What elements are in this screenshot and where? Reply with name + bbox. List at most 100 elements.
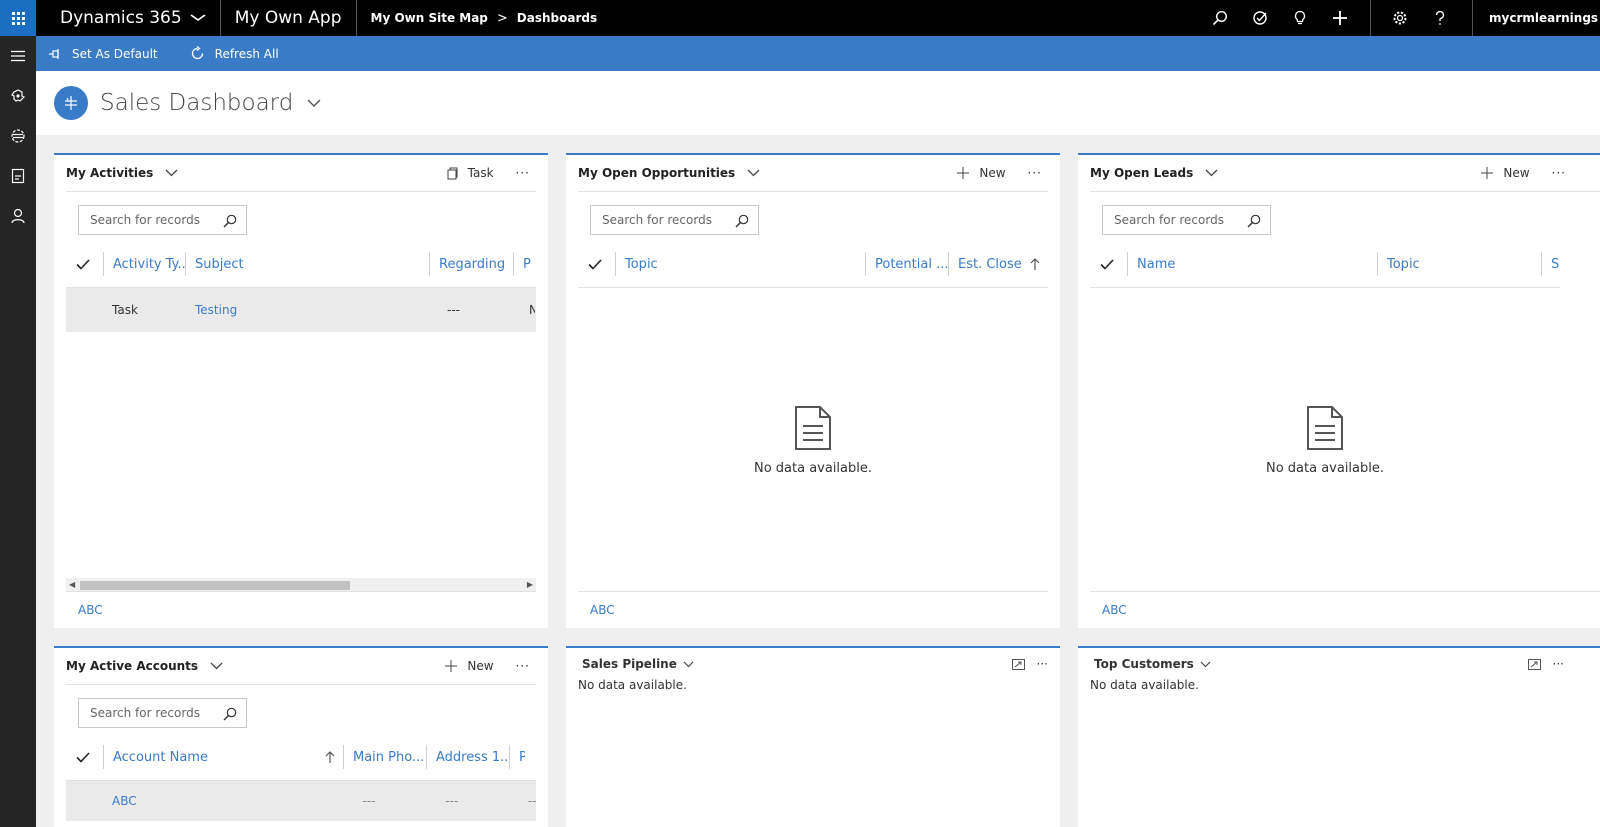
chevron-down-icon [189,14,206,21]
more-commands-button[interactable]: ··· [516,659,530,673]
search-placeholder: Search for records [90,213,200,227]
document-icon [1307,406,1343,450]
dashboard-glyph-icon [65,96,77,110]
view-selector-chevron-icon[interactable] [747,169,760,177]
column-name[interactable]: Name [1127,252,1377,276]
column-primary-contact[interactable]: P [509,745,525,769]
question-icon [1435,10,1445,25]
column-potential[interactable]: Potential ... [865,252,948,276]
cell-activity-type: Task [112,303,138,317]
user-profile[interactable]: mycrmlearnings 365 [1472,0,1600,36]
sort-ascending-icon[interactable] [325,751,335,763]
refresh-all-button[interactable]: Refresh All [178,36,291,71]
new-account-button[interactable]: New [445,659,494,673]
help-button[interactable] [1420,0,1460,36]
new-opportunity-button[interactable]: New [957,166,1006,180]
breadcrumb-dashboards[interactable]: Dashboards [517,11,597,25]
sales-pipeline-panel: Sales Pipeline ··· No data available. [566,646,1060,827]
search-input[interactable]: Search for records [590,205,759,235]
chart-selector-chevron-icon[interactable] [1200,661,1211,668]
nav-contacts[interactable] [0,196,36,236]
no-data-message: No data available. [578,678,687,692]
search-input[interactable]: Search for records [78,698,247,728]
sort-ascending-icon[interactable] [1030,258,1040,270]
nav-dashboards[interactable] [0,116,36,156]
search-icon [1212,10,1228,26]
column-activity-type[interactable]: Activity Ty... [103,252,185,276]
puzzle-icon [11,89,26,102]
view-selector-chevron-icon[interactable] [210,662,223,670]
clipboard-icon [11,168,25,184]
column-regarding[interactable]: Regarding [429,252,513,276]
task-flow-button[interactable] [1240,0,1280,36]
empty-state: No data available. [1078,405,1572,476]
select-all-checkbox[interactable] [1090,252,1127,276]
add-task-button[interactable]: Task [447,166,494,180]
search-input[interactable]: Search for records [1102,205,1271,235]
breadcrumb-sitemap[interactable]: My Own Site Map [371,11,488,25]
cell-account-name-link[interactable]: ABC [112,794,362,808]
app-name[interactable]: My Own App [221,0,357,36]
column-est-close[interactable]: Est. Close ... [948,252,1024,276]
panel-actions: New ··· [957,166,1048,180]
panel-title: My Open Opportunities [578,166,736,180]
new-lead-button[interactable]: New [1481,166,1530,180]
more-commands-button[interactable]: ··· [1553,657,1564,671]
more-commands-button[interactable]: ··· [1552,166,1566,180]
column-status[interactable]: S [1541,252,1559,276]
column-topic[interactable]: Topic [1377,252,1541,276]
column-account-name[interactable]: Account Name [103,745,325,769]
table-row[interactable]: Task Testing --- N [66,288,536,332]
select-all-checkbox[interactable] [66,252,103,276]
checkmark-icon [76,258,90,270]
more-commands-button[interactable]: ··· [516,166,530,180]
relationship-assistant-button[interactable] [1280,0,1320,36]
footer-link[interactable]: ABC [78,603,103,617]
lightbulb-icon [1294,10,1306,25]
select-all-checkbox[interactable] [578,252,615,276]
more-commands-button[interactable]: ··· [1037,657,1048,671]
chart-selector-chevron-icon[interactable] [683,661,694,668]
column-address[interactable]: Address 1... [426,745,509,769]
search-icon[interactable] [1247,214,1261,228]
refresh-icon [191,46,203,60]
scroll-left-icon[interactable]: ◀ [69,580,75,589]
product-switcher[interactable]: Dynamics 365 [36,0,221,36]
footer-link[interactable]: ABC [590,603,615,617]
nav-recent[interactable] [0,76,36,116]
footer-link[interactable]: ABC [1102,603,1127,617]
search-input[interactable]: Search for records [78,205,247,235]
set-as-default-button[interactable]: Set As Default [36,36,170,71]
more-commands-button[interactable]: ··· [1028,166,1042,180]
search-icon[interactable] [223,214,237,228]
app-launcher-button[interactable] [0,0,36,36]
horizontal-scrollbar[interactable]: ◀ ▶ [66,578,536,592]
column-topic[interactable]: Topic [615,252,865,276]
expand-chart-icon[interactable] [1011,658,1025,670]
view-selector-chevron-icon[interactable] [1205,169,1218,177]
search-placeholder: Search for records [90,706,200,720]
settings-button[interactable] [1380,0,1420,36]
cell-subject-link[interactable]: Testing [195,303,447,317]
empty-state: No data available. [566,405,1060,476]
table-row[interactable]: ABC --- --- -- [66,781,536,821]
scrollbar-thumb[interactable] [80,581,350,590]
column-subject[interactable]: Subject [185,252,429,276]
select-all-checkbox[interactable] [66,745,103,769]
view-selector-chevron-icon[interactable] [165,169,178,177]
dashboard-selector-chevron-icon[interactable] [307,99,321,108]
expand-chart-icon[interactable] [1527,658,1541,670]
hamburger-button[interactable] [0,36,36,76]
nav-activities[interactable] [0,156,36,196]
search-icon[interactable] [223,707,237,721]
plus-icon [1333,11,1347,25]
column-priority[interactable]: P [513,252,533,276]
checkmark-icon [588,258,602,270]
column-main-phone[interactable]: Main Pho... [343,745,426,769]
dashboard-header: Sales Dashboard [36,71,1600,135]
scroll-right-icon[interactable]: ▶ [527,580,533,589]
create-button[interactable] [1320,0,1360,36]
search-button[interactable] [1200,0,1240,36]
command-bar: Set As Default Refresh All [36,36,1600,71]
search-icon[interactable] [735,214,749,228]
